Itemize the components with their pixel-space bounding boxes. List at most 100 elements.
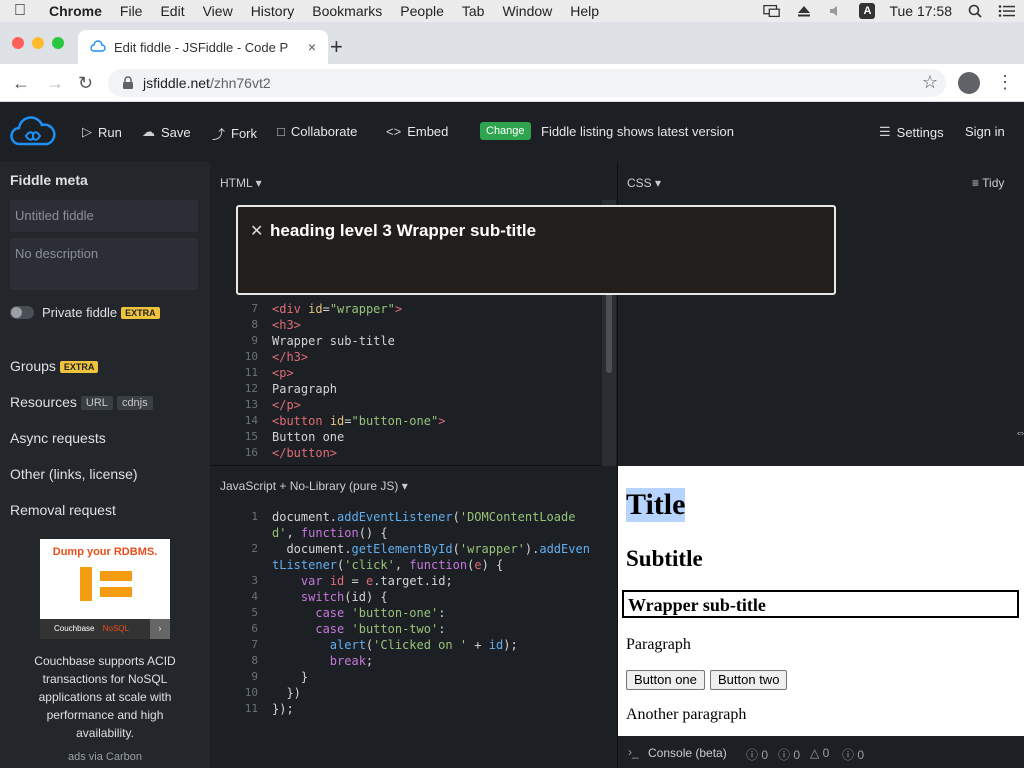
new-tab-button[interactable]: + [330,36,343,58]
tidy-label: Tidy [982,176,1005,190]
code-line[interactable]: Wrapper sub-title [272,334,395,348]
address-bar[interactable]: jsfiddle.net/zhn76vt2 ☆ [108,69,946,97]
tab-close-icon[interactable]: × [308,39,316,55]
code-line[interactable]: switch(id) { [272,590,388,604]
js-panel-label[interactable]: JavaScript + No-Library (pure JS) ▾ [220,479,408,493]
code-line[interactable]: alert('Clicked on ' + id); [272,638,518,652]
embed-button[interactable]: <> Embed [386,124,448,139]
ad-tag: NoSQL [102,624,129,633]
menu-app-name[interactable]: Chrome [40,3,111,19]
code-line[interactable]: <h3> [272,318,301,332]
code-line[interactable]: </button> [272,446,337,460]
browser-tab-active[interactable]: Edit fiddle - JSFiddle - Code Playground… [78,30,328,64]
line-number: 8 [251,654,258,667]
code-line[interactable]: Paragraph [272,382,337,396]
carbon-ad-image[interactable]: Dump your RDBMS. Couchbase NoSQL › [40,539,170,639]
line-number: 8 [251,318,258,331]
settings-button[interactable]: ☰ Settings [879,124,944,140]
code-line[interactable]: <div id="wrapper"> [272,302,402,316]
result-wrapper-box[interactable]: Wrapper sub-title [622,590,1019,618]
collaborate-label: Collaborate [290,124,358,139]
collaborate-button[interactable]: □ Collaborate [277,124,357,139]
url-path: /zhn76vt2 [209,75,271,91]
line-number: 11 [244,702,258,715]
sidebar-item-removal[interactable]: Removal request [10,502,116,518]
code-line[interactable]: break; [272,654,373,668]
result-button-two[interactable]: Button two [710,670,788,690]
caption-text: heading level 3 Wrapper sub-title [270,221,537,240]
eject-icon[interactable] [795,4,813,18]
code-line[interactable]: }) [272,686,300,700]
bookmark-star-icon[interactable]: ☆ [922,72,938,93]
line-number: 9 [251,334,258,347]
save-button[interactable]: ☁ Save [142,124,191,140]
fork-button[interactable]: ⤴ Fork [212,124,257,143]
code-line[interactable]: } [272,670,308,684]
settings-label: Settings [896,124,944,140]
sidebar-item-resources[interactable]: Resources URL cdnjs [10,394,153,410]
code-line[interactable]: var id = e.target.id; [272,574,453,588]
html-panel-label[interactable]: HTML ▾ [220,176,262,190]
ads-via-carbon-link[interactable]: ads via Carbon [0,751,210,763]
sidebar-item-async[interactable]: Async requests [10,430,106,446]
window-zoom-button[interactable] [52,37,64,49]
profile-avatar-icon[interactable] [958,72,980,94]
private-fiddle-toggle[interactable] [10,306,34,319]
code-line[interactable]: case 'button-one': [272,606,445,620]
sidebar-item-other[interactable]: Other (links, license) [10,466,138,482]
menu-history[interactable]: History [242,3,304,19]
url-pill[interactable]: URL [80,396,113,410]
forward-arrow-icon[interactable]: → [46,72,64,94]
code-line[interactable]: Button one [272,430,344,444]
line-number: 9 [251,670,258,683]
js-label-text: JavaScript + No-Library (pure JS) [220,479,399,493]
apple-icon[interactable]:  [0,2,40,20]
ad-description[interactable]: Couchbase supports ACID transactions for… [20,652,190,742]
code-line[interactable]: </p> [272,398,301,412]
menu-window[interactable]: Window [493,3,561,19]
code-line[interactable]: <p> [272,366,294,380]
css-panel-label[interactable]: CSS ▾ [627,176,661,190]
result-button-one[interactable]: Button one [626,670,705,690]
menu-clock[interactable]: Tue 17:58 [889,3,952,19]
code-line[interactable]: </h3> [272,350,308,364]
close-icon[interactable]: ✕ [250,221,263,241]
spotlight-search-icon[interactable] [966,4,984,18]
lock-icon[interactable] [122,76,134,90]
menu-people[interactable]: People [391,3,453,19]
menu-edit[interactable]: Edit [151,3,193,19]
line-number: 3 [251,574,258,587]
display-mirror-icon[interactable] [763,4,781,18]
change-badge-button[interactable]: Change [480,122,531,140]
tidy-button[interactable]: ≡ Tidy [972,176,1004,190]
fiddle-name-input[interactable]: Untitled fiddle [10,200,198,232]
reload-icon[interactable]: ↻ [78,72,93,94]
jsfiddle-logo-icon[interactable] [10,114,56,150]
window-minimize-button[interactable] [32,37,44,49]
sidebar-title: Fiddle meta [10,172,88,188]
code-line[interactable]: case 'button-two': [272,622,445,636]
chrome-menu-icon[interactable]: ⋮ [996,71,1014,93]
input-source-icon[interactable]: A [859,3,876,19]
menu-help[interactable]: Help [561,3,608,19]
code-line[interactable]: }); [272,702,294,716]
console-bar[interactable]: ›_ Console (beta) ⓘ 0 ⓘ 0 △ 0 ⓘ 0 [618,736,1024,768]
code-line[interactable]: <button id="button-one"> [272,414,445,428]
fiddle-description-input[interactable]: No description [10,238,198,290]
window-close-button[interactable] [12,37,24,49]
menu-tab[interactable]: Tab [453,3,494,19]
notification-center-icon[interactable] [998,4,1016,18]
sidebar-item-groups[interactable]: Groups EXTRA [10,358,99,374]
cdnjs-pill[interactable]: cdnjs [116,396,153,410]
sign-in-link[interactable]: Sign in [965,124,1005,139]
back-arrow-icon[interactable]: ← [12,72,30,94]
code-line[interactable]: d', function() { [272,526,388,540]
run-button[interactable]: ▷ Run [82,124,122,140]
menu-bookmarks[interactable]: Bookmarks [303,3,391,19]
code-line[interactable]: tListener('click', function(e) { [272,558,503,572]
menu-file[interactable]: File [111,3,152,19]
code-line[interactable]: document.getElementById('wrapper').addEv… [272,542,590,556]
volume-icon[interactable] [827,4,845,18]
menu-view[interactable]: View [194,3,242,19]
code-line[interactable]: document.addEventListener('DOMContentLoa… [272,510,575,524]
